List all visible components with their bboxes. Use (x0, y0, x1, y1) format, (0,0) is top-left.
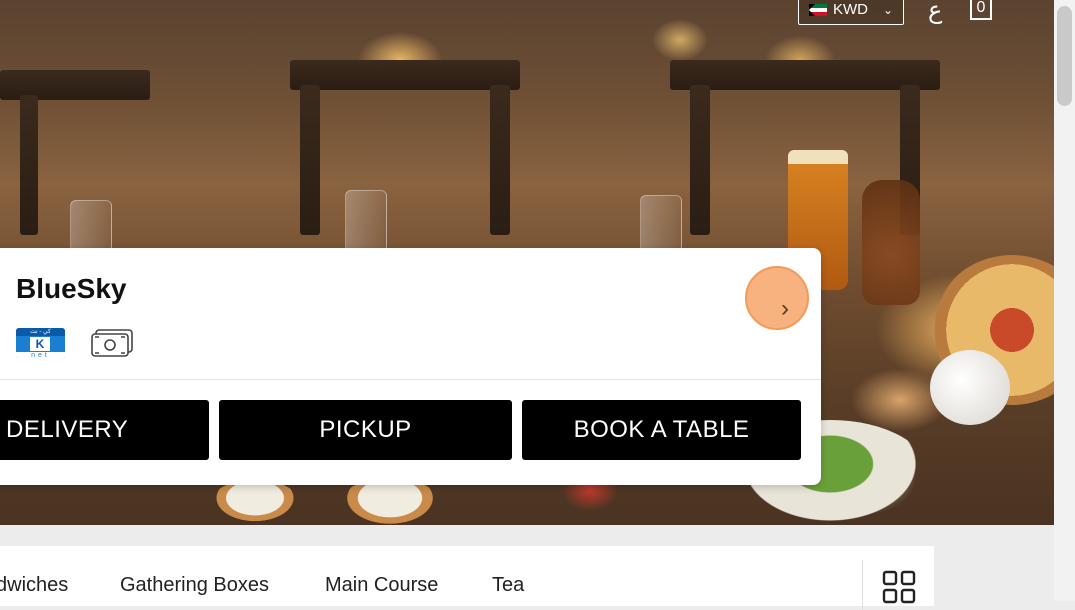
category-tab-gathering-boxes[interactable]: Gathering Boxes (120, 574, 269, 597)
book-table-button[interactable]: BOOK A TABLE (522, 400, 801, 460)
chevron-down-icon: ⌄ (882, 2, 893, 17)
category-tab-main-course[interactable]: Main Course (325, 574, 438, 597)
category-divider (862, 560, 863, 610)
scrollbar-thumb[interactable] (1057, 6, 1072, 106)
restaurant-card: BlueSky كي - نت K net › DELIVERY PICKUP … (0, 248, 821, 485)
grid-view-icon[interactable] (882, 570, 916, 604)
restaurant-details-button[interactable]: › (745, 266, 809, 330)
category-bar: dwiches Gathering Boxes Main Course Tea (0, 546, 934, 610)
pickup-button[interactable]: PICKUP (219, 400, 512, 460)
currency-label: KWD (833, 1, 868, 18)
category-tab-sandwiches[interactable]: dwiches (0, 574, 68, 597)
delivery-button[interactable]: DELIVERY (0, 400, 209, 460)
category-tab-tea[interactable]: Tea (492, 574, 524, 597)
cart-button[interactable]: 0 (970, 0, 992, 20)
chevron-right-icon: › (781, 295, 789, 322)
language-toggle[interactable]: ع (928, 0, 942, 25)
cart-count: 0 (976, 0, 986, 16)
card-divider (0, 379, 821, 380)
knet-icon: كي - نت K net (16, 328, 65, 359)
restaurant-name: BlueSky (16, 273, 127, 304)
kuwait-flag-icon (809, 3, 827, 16)
currency-selector[interactable]: KWD ⌄ (798, 0, 904, 25)
cash-icon (91, 329, 133, 357)
